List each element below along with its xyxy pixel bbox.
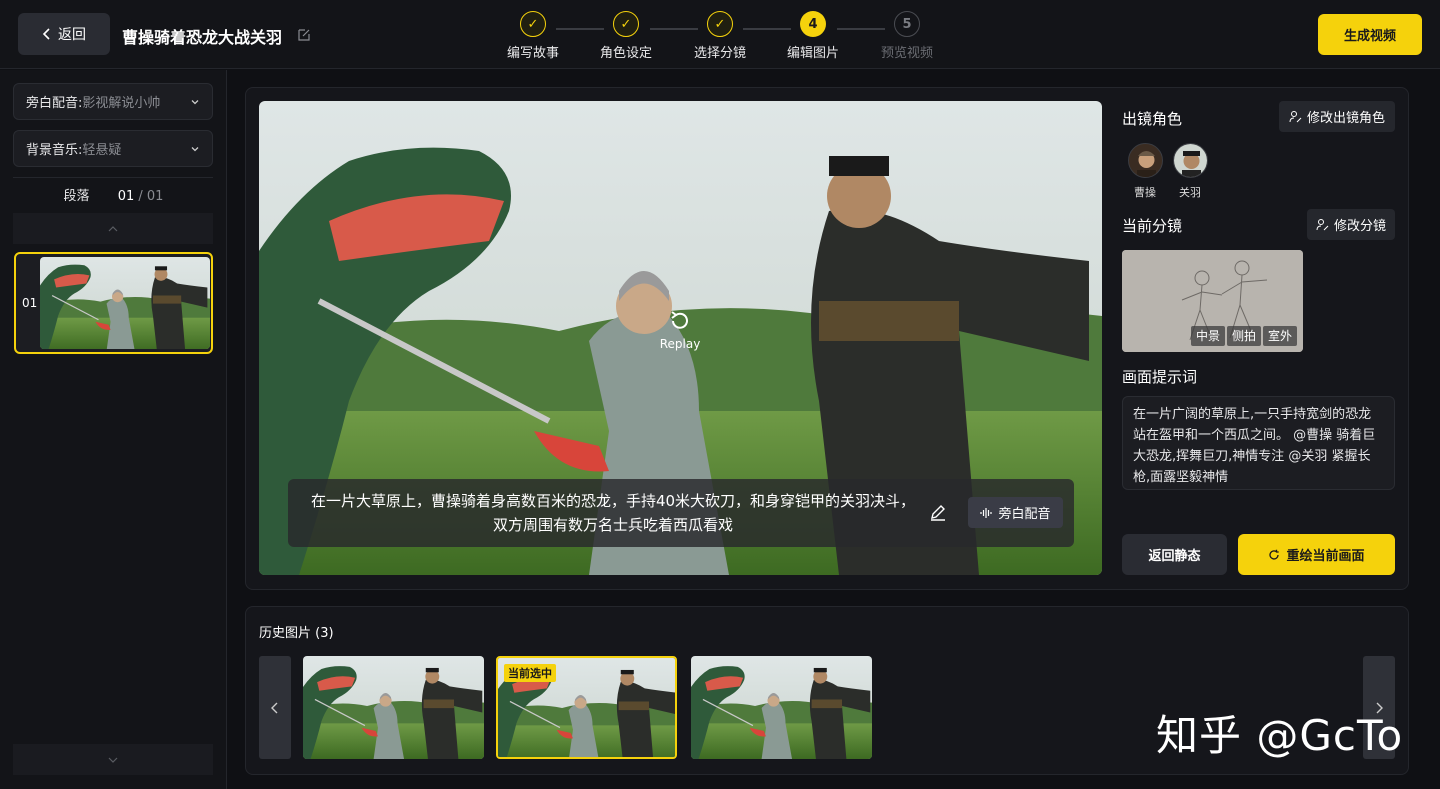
step-edit-image[interactable]: 4 编辑图片 [783, 11, 843, 61]
edit-storyboard-label: 修改分镜 [1333, 219, 1386, 234]
step-label: 编辑图片 [786, 46, 839, 61]
edit-storyboard-button[interactable]: 修改分镜 [1307, 209, 1395, 240]
step-write-story[interactable]: ✓ 编写故事 [503, 11, 563, 61]
storyboard-title: 当前分镜 [1122, 217, 1183, 235]
step-number: 4 [800, 11, 826, 37]
user-edit-icon [1289, 111, 1302, 123]
watermark: 知乎 @GcTo [1156, 711, 1404, 760]
left-sidebar: 旁白配音: 影视解说小帅 背景音乐: 轻悬疑 段落 01 / 01 [0, 70, 227, 789]
prompt-title: 画面提示词 [1122, 368, 1198, 386]
step-label: 选择分镜 [693, 46, 746, 61]
history-image[interactable] [303, 656, 484, 759]
check-icon: ✓ [707, 11, 733, 37]
replay-button[interactable]: Replay [640, 308, 720, 351]
background-music-select[interactable]: 背景音乐: 轻悬疑 [13, 130, 213, 167]
redraw-label: 重绘当前画面 [1286, 549, 1365, 564]
storyboard-tag: 室外 [1263, 326, 1298, 346]
chevron-down-icon [191, 99, 199, 104]
storyboard-tag: 中景 [1191, 326, 1226, 346]
history-image[interactable] [691, 656, 872, 759]
narration-voice-select[interactable]: 旁白配音: 影视解说小帅 [13, 83, 213, 120]
back-to-static-button[interactable]: 返回静态 [1122, 534, 1227, 575]
step-choose-storyboard[interactable]: ✓ 选择分镜 [690, 11, 750, 61]
step-label: 编写故事 [506, 46, 559, 61]
storyboard-tag: 侧拍 [1227, 326, 1262, 346]
check-icon: ✓ [613, 11, 639, 37]
chevron-down-icon [108, 757, 118, 763]
refresh-icon [1269, 549, 1280, 560]
avatar[interactable] [1173, 143, 1208, 178]
segment-label: 段落 [63, 189, 90, 204]
chevron-up-icon [108, 225, 118, 231]
caption-bar: 在一片大草原上，曹操骑着身高数百米的恐龙，手持40米大砍刀，和身穿铠甲的关羽决斗… [288, 479, 1074, 547]
paragraph-number: 01 [22, 296, 38, 310]
character-name: 关羽 [1179, 186, 1201, 199]
narration-button[interactable]: 旁白配音 [968, 497, 1063, 528]
chevron-left-icon [42, 28, 50, 40]
check-icon: ✓ [520, 11, 546, 37]
waveform-icon [980, 507, 993, 518]
back-label: 返回 [58, 27, 86, 43]
edit-characters-button[interactable]: 修改出镜角色 [1279, 101, 1395, 132]
character-name: 曹操 [1134, 186, 1156, 199]
edit-title-icon[interactable] [296, 27, 312, 43]
current-selected-badge: 当前选中 [504, 664, 556, 682]
avatar[interactable] [1128, 143, 1163, 178]
music-key: 背景音乐: [26, 143, 83, 158]
paragraph-thumbnail-image [40, 257, 210, 349]
edit-characters-label: 修改出镜角色 [1306, 111, 1385, 126]
top-header: 返回 曹操骑着恐龙大战关羽 ✓ 编写故事 ✓ 角色设定 ✓ 选择分镜 4 编辑图… [0, 0, 1440, 69]
history-image-selected[interactable]: 当前选中 [496, 656, 677, 759]
generate-video-button[interactable]: 生成视频 [1318, 14, 1422, 55]
step-number: 5 [894, 11, 920, 37]
step-preview-video[interactable]: 5 预览视频 [877, 11, 937, 61]
segment-total: / 01 [138, 189, 164, 204]
redraw-current-button[interactable]: 重绘当前画面 [1238, 534, 1395, 575]
caption-text: 在一片大草原上，曹操骑着身高数百米的恐龙，手持40米大砍刀，和身穿铠甲的关羽决斗… [310, 492, 916, 534]
paragraph-thumbnail[interactable]: 01 [14, 252, 213, 354]
music-value: 轻悬疑 [82, 143, 122, 158]
segment-indicator: 段落 01 / 01 [0, 185, 227, 204]
back-button[interactable]: 返回 [18, 13, 110, 55]
user-edit-icon [1316, 219, 1329, 231]
replay-label: Replay [659, 337, 701, 351]
pencil-icon[interactable] [928, 503, 948, 523]
segment-current: 01 [117, 189, 135, 204]
characters-title: 出镜角色 [1122, 110, 1183, 128]
scroll-down-button[interactable] [13, 744, 213, 775]
narration-button-label: 旁白配音 [998, 507, 1051, 522]
step-label: 角色设定 [599, 46, 652, 61]
narration-value: 影视解说小帅 [82, 96, 161, 111]
step-character-setup[interactable]: ✓ 角色设定 [596, 11, 656, 61]
divider [13, 177, 213, 178]
narration-key: 旁白配音: [26, 96, 83, 111]
scroll-up-button[interactable] [13, 213, 213, 244]
chevron-left-icon [271, 702, 278, 713]
project-title: 曹操骑着恐龙大战关羽 [122, 28, 283, 47]
replay-icon [671, 311, 688, 329]
history-prev-button[interactable] [259, 656, 291, 759]
history-title: 历史图片 (3) [259, 626, 334, 641]
step-label: 预览视频 [880, 46, 933, 61]
chevron-down-icon [191, 146, 199, 151]
prompt-textarea[interactable]: 在一片广阔的草原上,一只手持宽剑的恐龙站在盔甲和一个西瓜之间。 @曹操 骑着巨大… [1122, 396, 1395, 490]
